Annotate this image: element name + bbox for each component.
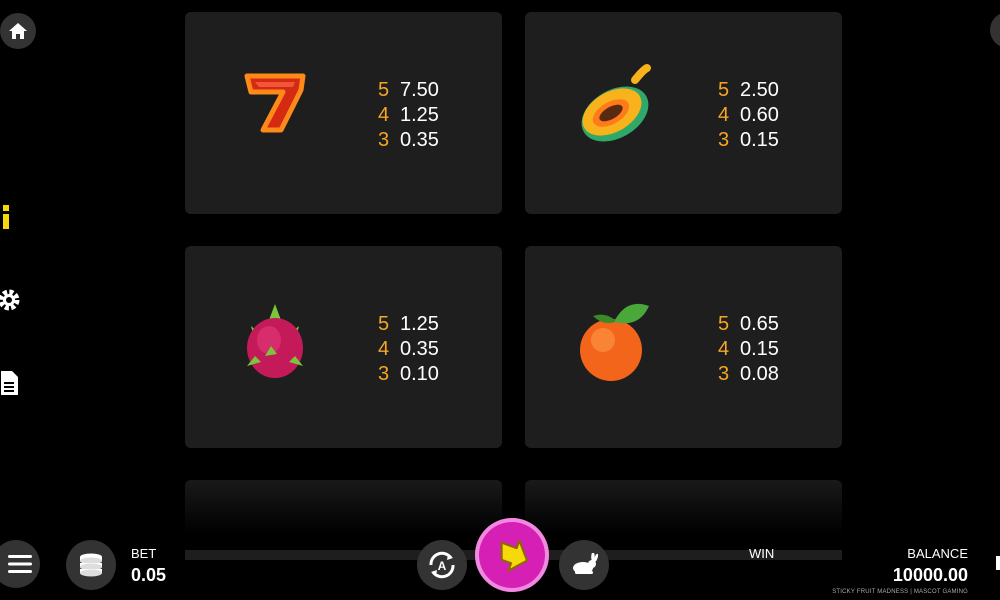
- autoplay-button[interactable]: A: [417, 540, 467, 590]
- pay-value: 1.25: [400, 313, 439, 335]
- paytable-card-papaya: 5 2.50 4 0.60 3 0.15: [525, 12, 842, 214]
- pay-row: 4 0.15: [718, 337, 779, 362]
- paytable-card-dragonfruit: 5 1.25 4 0.35 3 0.10: [185, 246, 502, 448]
- balance-label: BALANCE: [907, 546, 968, 561]
- orange-icon: [580, 303, 649, 381]
- pay-value: 7.50: [400, 79, 439, 101]
- home-button[interactable]: [0, 13, 36, 49]
- dragonfruit-icon: [247, 304, 303, 378]
- spin-button[interactable]: [475, 518, 549, 592]
- pay-list: 5 0.65 4 0.15 3 0.08: [718, 312, 779, 387]
- autoplay-icon: A: [429, 551, 455, 579]
- papaya-icon: [581, 64, 651, 142]
- pay-row: 3 0.15: [718, 128, 779, 153]
- bet-button[interactable]: [66, 540, 116, 590]
- pay-list: 5 2.50 4 0.60 3 0.15: [718, 78, 779, 153]
- game-credit: STICKY FRUIT MADNESS | MASCOT GAMING: [832, 589, 968, 595]
- paytable-card-seven: 5 7.50 4 1.25 3 0.35: [185, 12, 502, 214]
- pay-value: 2.50: [740, 79, 779, 101]
- pay-count: 3: [718, 129, 730, 151]
- pay-count: 4: [378, 104, 390, 126]
- pay-value: 0.35: [400, 338, 439, 360]
- home-icon: [9, 23, 27, 39]
- fullscreen-icon[interactable]: [996, 556, 1000, 570]
- top-right-button[interactable]: [990, 12, 1000, 48]
- pay-row: 3 0.08: [718, 362, 779, 387]
- pay-row: 3 0.10: [378, 362, 439, 387]
- pay-count: 3: [378, 363, 390, 385]
- pay-row: 4 0.60: [718, 103, 779, 128]
- pay-list: 5 7.50 4 1.25 3 0.35: [378, 78, 439, 153]
- svg-text:A: A: [438, 559, 447, 573]
- pay-value: 0.08: [740, 363, 779, 385]
- pay-count: 5: [378, 79, 390, 101]
- pay-row: 4 1.25: [378, 103, 439, 128]
- pay-row: 4 0.35: [378, 337, 439, 362]
- pay-value: 1.25: [400, 104, 439, 126]
- pay-count: 5: [718, 79, 730, 101]
- pay-row: 5 7.50: [378, 78, 439, 103]
- pay-count: 4: [718, 338, 730, 360]
- pay-count: 5: [718, 313, 730, 335]
- coins-icon: [80, 553, 102, 577]
- win-label: WIN: [749, 546, 775, 561]
- pay-count: 4: [378, 338, 390, 360]
- balance-value: 10000.00: [892, 565, 968, 585]
- seven-icon: [244, 73, 306, 133]
- rules-document-icon[interactable]: [0, 370, 20, 396]
- settings-icon[interactable]: [0, 287, 22, 313]
- pay-value: 0.15: [740, 338, 779, 360]
- pay-value: 0.60: [740, 104, 779, 126]
- pay-count: 4: [718, 104, 730, 126]
- pay-row: 5 0.65: [718, 312, 779, 337]
- pay-value: 0.10: [400, 363, 439, 385]
- pay-row: 3 0.35: [378, 128, 439, 153]
- turbo-button[interactable]: [559, 540, 609, 590]
- paytable-card-orange: 5 0.65 4 0.15 3 0.08: [525, 246, 842, 448]
- pay-count: 3: [378, 129, 390, 151]
- menu-button[interactable]: [0, 540, 40, 588]
- menu-icon: [8, 555, 32, 573]
- spin-arrow-icon: [500, 539, 529, 572]
- pay-value: 0.65: [740, 313, 779, 335]
- pay-count: 5: [378, 313, 390, 335]
- pay-row: 5 1.25: [378, 312, 439, 337]
- pay-value: 0.15: [740, 129, 779, 151]
- bet-value: 0.05: [131, 565, 167, 585]
- info-icon[interactable]: [0, 202, 16, 232]
- bet-label: BET: [131, 546, 157, 561]
- pay-row: 5 2.50: [718, 78, 779, 103]
- pay-list: 5 1.25 4 0.35 3 0.10: [378, 312, 439, 387]
- pay-count: 3: [718, 363, 730, 385]
- rabbit-icon: [573, 553, 599, 574]
- pay-value: 0.35: [400, 129, 439, 151]
